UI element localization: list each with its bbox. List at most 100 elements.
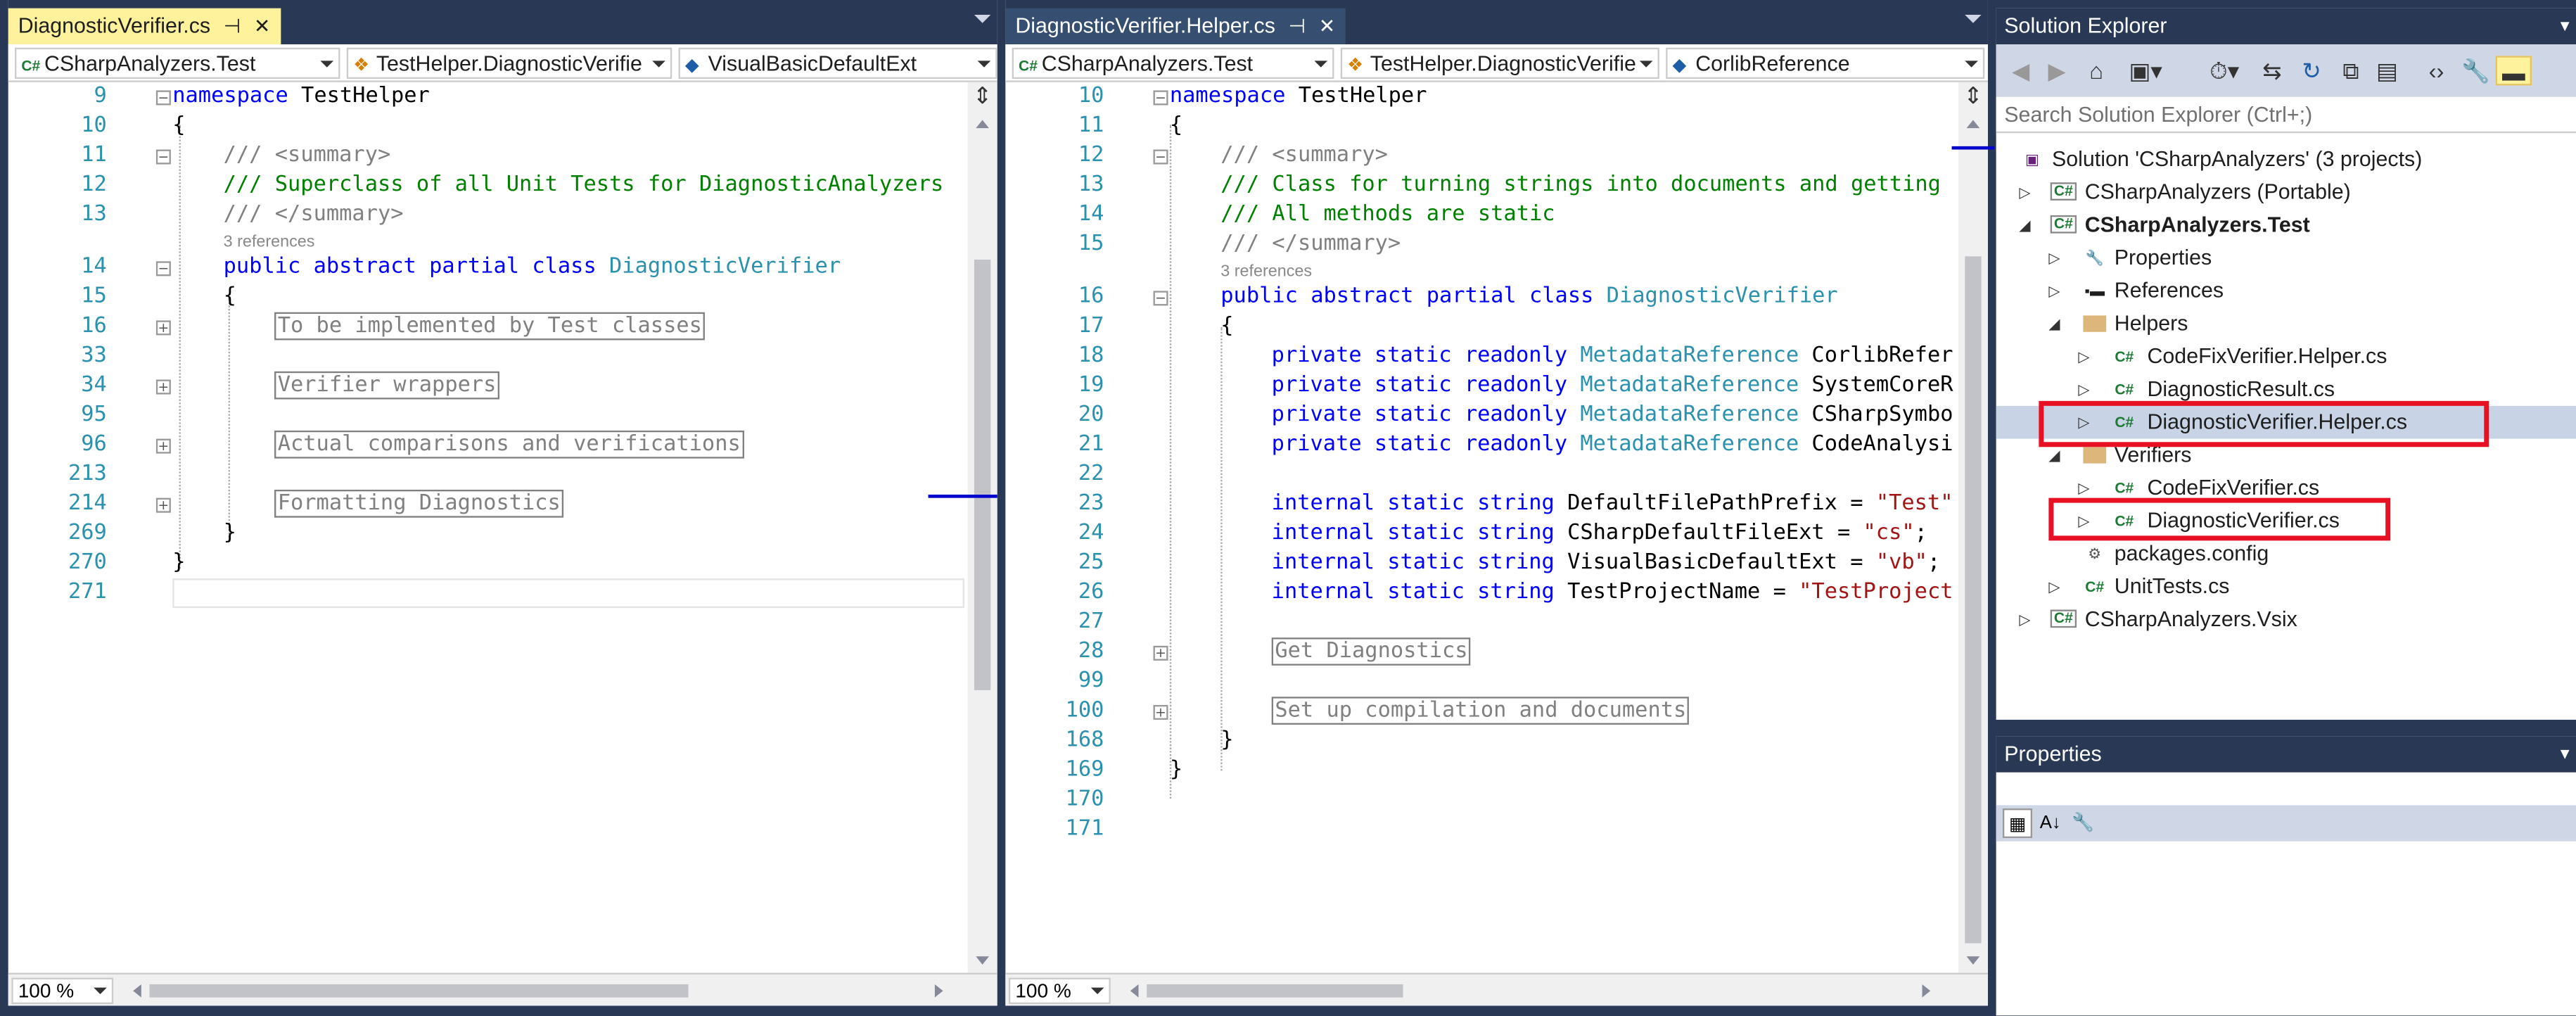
left-navigation-bar: C# CSharpAnalyzers.Test ❖ TestHelper.Diagn… [8,44,997,82]
tree-item-codefixverifier-helper[interactable]: ▷ C# CodeFixVerifier.Helper.cs [1996,340,2576,373]
csharp-project-icon: C# [2050,609,2077,628]
scroll-up-icon [1966,120,1980,129]
left-bottom-bar: 100 % [8,972,997,1006]
collapsed-region[interactable]: Set up compilation and documents [1271,697,1690,725]
solution-explorer-header: Solution Explorer ▾ [1996,8,2576,45]
codelens-references[interactable]: 3 references [224,234,315,255]
collapsed-region[interactable]: Formatting Diagnostics [274,489,564,518]
back-icon[interactable]: ◀ [2006,56,2036,85]
left-tab-row: DiagnosticVerifier.cs ⊣ ✕ [8,0,997,45]
type-combo[interactable]: ❖ TestHelper.DiagnosticVerifie [346,47,672,80]
tree-item-properties[interactable]: ▷ 🔧 Properties [1996,241,2576,274]
zoom-combo[interactable]: 100 % [11,977,114,1004]
properties-icon[interactable]: 🔧 [2459,56,2492,85]
ide-window: DiagnosticVerifier.cs ⊣ ✕ C# CSharpAnalyzer… [0,0,2576,1016]
collapsed-region[interactable]: Get Diagnostics [1271,637,1472,666]
split-icon[interactable]: ⇕ [969,84,995,110]
show-all-files-icon[interactable]: ▤ [2371,56,2404,85]
alphabetical-icon[interactable]: A↓ [2036,808,2065,838]
collapsed-region[interactable]: Verifier wrappers [274,371,500,400]
tab-diagnosticverifier-cs[interactable]: DiagnosticVerifier.cs ⊣ ✕ [8,8,281,45]
preview-selected-items-icon[interactable]: ▬ [2495,56,2532,86]
panel-menu-chevron-icon[interactable]: ▾ [2561,8,2570,44]
tree-item-unittests[interactable]: ▷ C# UnitTests.cs [1996,570,2576,603]
type-combo[interactable]: ❖ TestHelper.DiagnosticVerifie [1340,47,1659,80]
expand-icon[interactable]: + [1153,645,1168,661]
highlight-box [2048,497,2391,541]
member-combo[interactable]: ◆ CorlibReference [1666,47,1985,80]
tab-diagnosticverifier-helper-cs[interactable]: DiagnosticVerifier.Helper.cs ⊣ ✕ [1005,8,1346,45]
tree-item-project-test[interactable]: ◢ C# CSharpAnalyzers.Test [1996,209,2576,242]
expand-icon[interactable]: + [155,320,171,336]
csharp-project-icon: C# [2050,215,2077,234]
member-combo[interactable]: ◆ VisualBasicDefaultExt [678,47,997,80]
expand-icon[interactable]: + [155,497,171,513]
current-line: 271 [8,578,968,609]
split-icon[interactable]: ⇕ [1960,84,1986,110]
scroll-down-icon [976,956,989,965]
pin-icon[interactable]: ⊣ [1289,8,1306,44]
collapse-all-icon[interactable]: ⧉ [2335,56,2368,85]
collapse-icon: − [155,149,171,165]
right-bottom-bar: 100 % [1005,972,1988,1006]
tree-item-helpers-folder[interactable]: ◢ Helpers [1996,307,2576,341]
panel-menu-chevron-icon[interactable]: ▾ [2561,736,2570,772]
expand-arrow-icon: ▷ [2048,282,2060,300]
left-vertical-scrollbar[interactable]: ⇕ [928,82,997,973]
pin-icon[interactable]: ⊣ [224,8,241,44]
tab-overflow-chevron-icon[interactable] [974,15,991,23]
categorized-icon[interactable]: ▦ [2002,808,2033,839]
scroll-position-marker [1951,146,1995,150]
solution-icon: ▣ [2025,151,2039,168]
config-file-icon: ⚙ [2088,545,2102,562]
scroll-right-icon[interactable] [934,984,943,998]
horizontal-scroll-thumb[interactable] [1147,984,1403,998]
folder-icon [2081,307,2108,343]
sync-with-document-icon[interactable]: ⇆ [2256,56,2289,85]
expand-icon[interactable]: + [1153,704,1168,720]
solution-search-input[interactable]: Search Solution Explorer (Ctrl+;) [1996,96,2576,134]
right-vertical-scrollbar[interactable]: ⇕ [1951,82,1995,973]
refresh-icon[interactable]: ↻ [2295,56,2328,85]
zoom-combo[interactable]: 100 % [1008,977,1111,1004]
scroll-right-icon[interactable] [1922,984,1931,998]
property-pages-icon[interactable]: 🔧 [2068,808,2098,838]
wrench-icon: 🔧 [2085,249,2104,267]
properties-panel: Properties ▾ ▦ A↓ 🔧 [1996,736,2576,1016]
scroll-down-icon [1966,956,1980,965]
scroll-left-icon[interactable] [133,984,141,998]
expand-icon[interactable]: + [155,379,171,395]
pending-changes-filter-icon[interactable]: ⏱▾ [2200,56,2249,85]
expand-arrow-icon: ▷ [2048,249,2060,267]
forward-icon[interactable]: ▶ [2042,56,2072,85]
collapsed-region[interactable]: To be implemented by Test classes [274,312,706,341]
close-icon[interactable]: ✕ [254,8,271,44]
expand-arrow-icon: ▷ [2078,348,2090,365]
codelens-references[interactable]: 3 references [1220,263,1312,284]
project-combo[interactable]: C# CSharpAnalyzers.Test [15,47,340,80]
collapse-icon: − [155,261,171,277]
project-combo[interactable]: C# CSharpAnalyzers.Test [1012,47,1334,80]
left-code-editor[interactable]: 9− namespace TestHelper 10{ 11−/// <summa… [8,82,968,973]
tree-item-solution[interactable]: ▣ Solution 'CSharpAnalyzers' (3 projects) [1996,143,2576,176]
home-icon[interactable]: ⌂ [2078,56,2114,85]
scroll-left-icon[interactable] [1130,984,1139,998]
field-icon: ◆ [1672,56,1687,76]
solution-explorer-toolbar: ◀ ▶ ⌂ ▣▾ ⏱▾ ⇆ ↻ ⧉ ▤ ‹› 🔧 ▬ [1996,44,2576,97]
right-navigation-bar: C# CSharpAnalyzers.Test ❖ TestHelper.Diagn… [1005,44,1988,82]
tab-overflow-chevron-icon[interactable] [1965,15,1982,23]
tree-item-packages-config[interactable]: ⚙ packages.config [1996,538,2576,571]
solution-tree: ▣ Solution 'CSharpAnalyzers' (3 projects)… [1996,133,2576,720]
view-code-icon[interactable]: ‹› [2420,56,2453,85]
tree-item-references[interactable]: ▷ ▪▬ References [1996,274,2576,307]
switch-views-icon[interactable]: ▣▾ [2121,56,2170,85]
close-icon[interactable]: ✕ [1319,8,1336,44]
tree-item-project-vsix[interactable]: ▷ C# CSharpAnalyzers.Vsix [1996,603,2576,636]
expand-icon[interactable]: + [155,438,171,454]
scroll-thumb [974,260,991,690]
horizontal-scroll-thumb[interactable] [149,984,689,998]
right-code-editor[interactable]: 10− namespace TestHelper 11{ 12−/// <summ… [1005,82,1958,973]
field-icon: ◆ [684,56,699,76]
collapsed-region[interactable]: Actual comparisons and verifications [274,430,744,459]
tree-item-project-portable[interactable]: ▷ C# CSharpAnalyzers (Portable) [1996,176,2576,209]
